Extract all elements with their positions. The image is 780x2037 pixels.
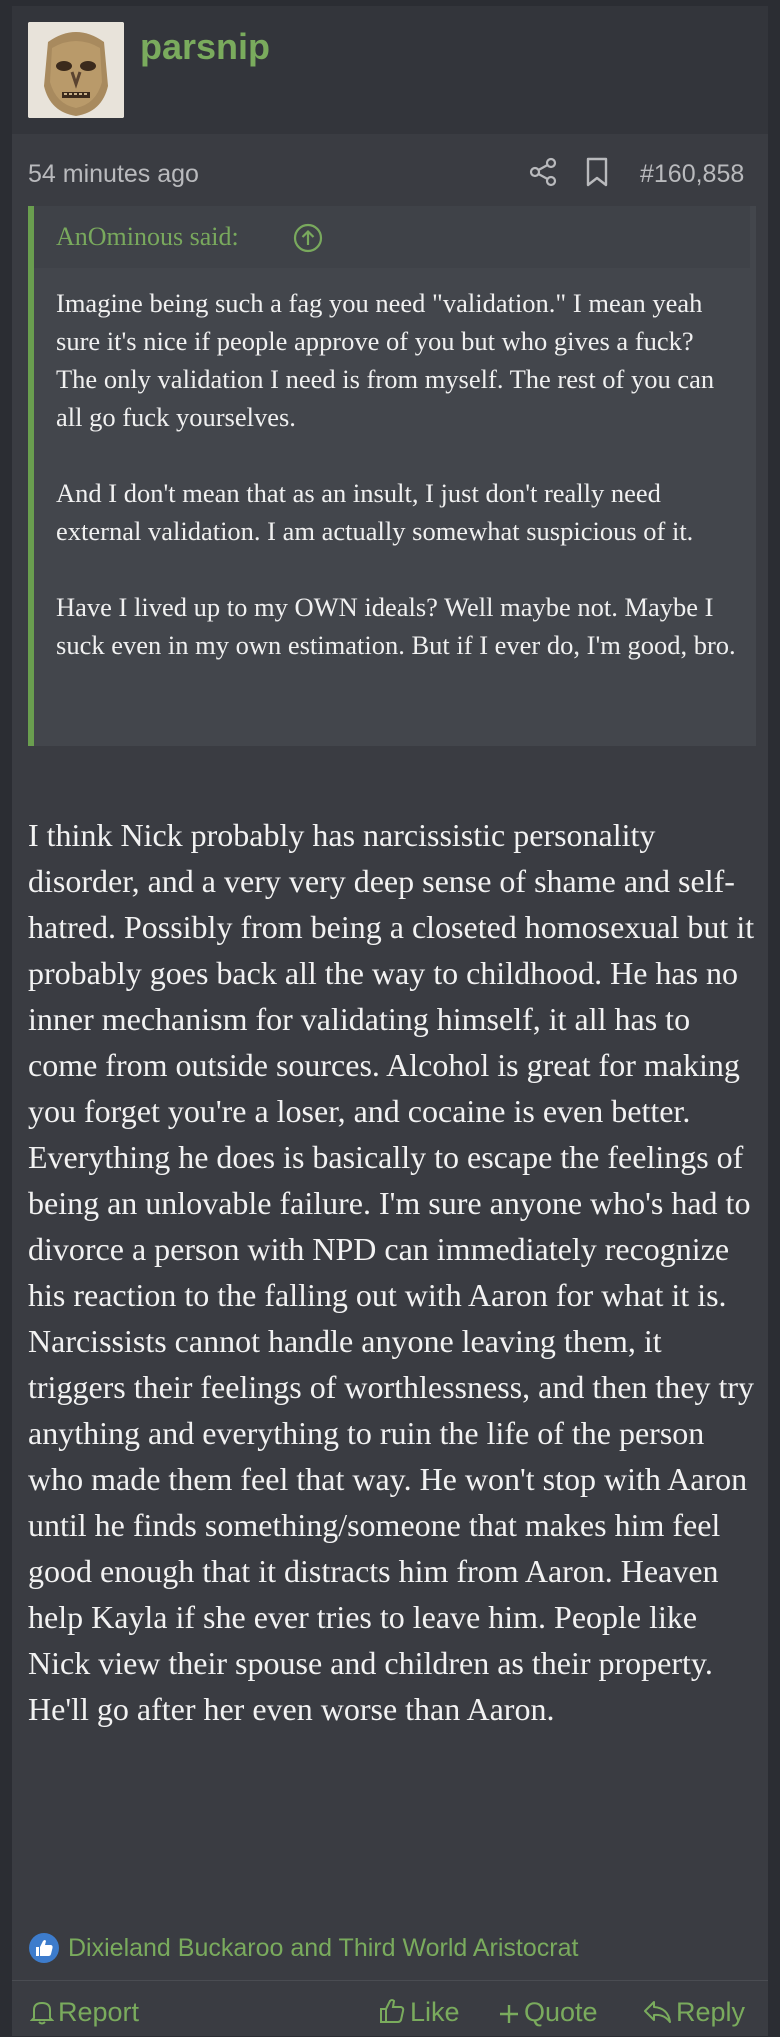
share-icon[interactable] <box>528 156 558 188</box>
avatar[interactable] <box>28 22 124 118</box>
mask-avatar-icon <box>28 22 124 118</box>
user-header: parsnip <box>12 6 768 134</box>
quote-paragraph: Imagine being such a fag you need "valid… <box>56 288 715 432</box>
report-label: Report <box>58 1997 140 2027</box>
plus-icon <box>500 2005 518 2023</box>
quote-attribution[interactable]: AnOminous said: <box>56 222 239 252</box>
report-button[interactable]: Report <box>29 1997 140 2028</box>
post: parsnip 54 minutes ago #160,858 AnOminou… <box>12 6 768 2036</box>
username[interactable]: parsnip <box>140 26 270 68</box>
reply-icon <box>644 2001 671 2023</box>
bookmark-icon[interactable] <box>584 156 610 188</box>
reaction-users-link[interactable]: Dixieland Buckaroo and Third World Arist… <box>68 1934 578 1963</box>
like-button[interactable]: Like <box>378 1997 460 2028</box>
post-meta: 54 minutes ago #160,858 <box>12 134 768 206</box>
thumbs-up-icon <box>380 1999 405 2023</box>
quote-paragraph: Have I lived up to my OWN ideals? Well m… <box>56 592 736 660</box>
post-timestamp[interactable]: 54 minutes ago <box>28 160 199 189</box>
quote-label: Quote <box>524 1997 598 2027</box>
quote-paragraph: And I don't mean that as an insult, I ju… <box>56 478 694 546</box>
post-message: I think Nick probably has narcissistic p… <box>28 817 755 1727</box>
bell-icon <box>29 2001 55 2025</box>
quote-header: AnOminous said: <box>34 206 750 268</box>
reply-label: Reply <box>676 1997 746 2027</box>
reactions-bar: Dixieland Buckaroo and Third World Arist… <box>28 1930 758 1970</box>
reply-button[interactable]: Reply <box>642 1997 745 2028</box>
quote-body: Imagine being such a fag you need "valid… <box>56 284 736 702</box>
quote-block: AnOminous said: Imagine being such a fag… <box>28 206 756 746</box>
like-label: Like <box>410 1997 460 2027</box>
post-actions: Report Like Quote Reply <box>12 1980 768 2037</box>
arrow-up-circle-icon[interactable] <box>292 222 324 254</box>
post-number-link[interactable]: #160,858 <box>640 160 744 189</box>
like-badge-icon <box>29 1933 59 1963</box>
quote-button[interactable]: Quote <box>498 1997 598 2028</box>
